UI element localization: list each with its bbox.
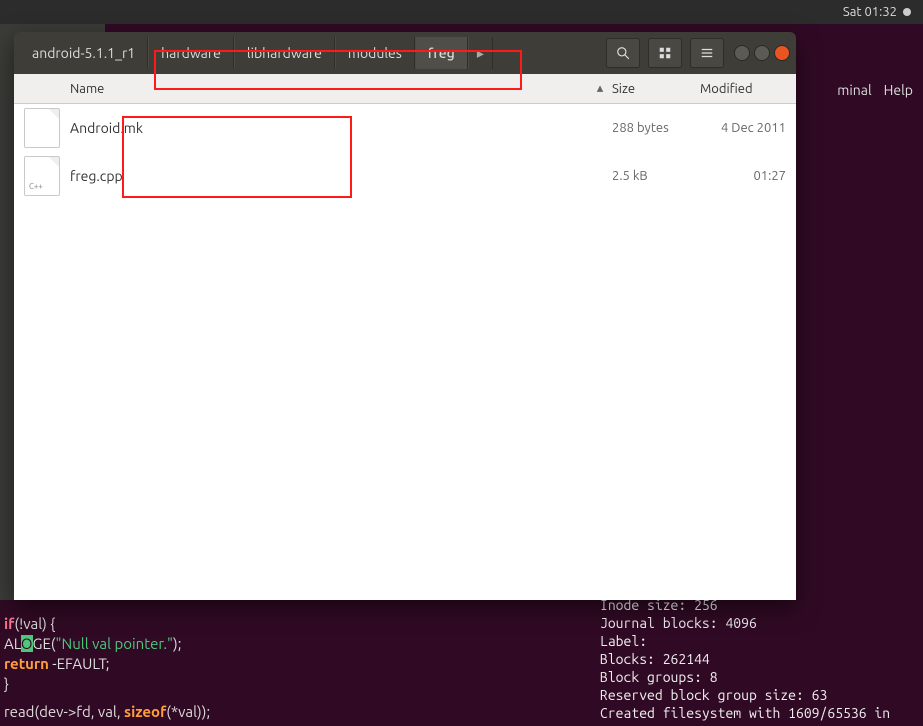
status-bar: Sat 01:32 <box>0 0 923 24</box>
minimize-button[interactable] <box>734 45 750 61</box>
grid-icon <box>658 46 672 60</box>
sort-asc-icon[interactable]: ▴ <box>588 81 612 96</box>
breadcrumb-item-current[interactable]: freg <box>415 37 468 69</box>
hamburger-menu-button[interactable] <box>690 38 724 68</box>
file-name: freg.cpp <box>70 168 612 184</box>
terminal-output-bottom: Inode size: 256 Journal blocks: 4096 Lab… <box>600 596 923 722</box>
file-row[interactable]: freg.cpp 2.5 kB 01:27 <box>14 152 796 200</box>
file-list: Android.mk 288 bytes 4 Dec 2011 freg.cpp… <box>14 104 796 600</box>
breadcrumb-item[interactable]: libhardware <box>234 37 335 69</box>
close-button[interactable] <box>774 45 790 61</box>
breadcrumb-item[interactable]: android-5.1.1_r1 <box>20 37 148 69</box>
file-manager-window: android-5.1.1_r1 hardware libhardware mo… <box>14 32 796 600</box>
window-controls <box>734 45 790 61</box>
file-modified: 4 Dec 2011 <box>700 121 796 135</box>
breadcrumb: android-5.1.1_r1 hardware libhardware mo… <box>20 37 493 69</box>
status-indicator-icon <box>903 8 911 16</box>
maximize-button[interactable] <box>754 45 770 61</box>
menu-icon <box>700 46 714 60</box>
view-grid-button[interactable] <box>648 38 682 68</box>
breadcrumb-item[interactable]: hardware <box>148 37 234 69</box>
column-size[interactable]: Size <box>612 82 700 96</box>
file-size: 288 bytes <box>612 121 700 135</box>
file-modified: 01:27 <box>700 169 796 183</box>
file-icon <box>24 108 60 148</box>
file-icon <box>24 156 60 196</box>
file-name: Android.mk <box>70 120 612 136</box>
clock: Sat 01:32 <box>843 5 897 19</box>
column-headers: Name ▴ Size Modified <box>14 74 796 104</box>
file-row[interactable]: Android.mk 288 bytes 4 Dec 2011 <box>14 104 796 152</box>
breadcrumb-item[interactable]: modules <box>335 37 415 69</box>
search-icon <box>616 46 630 60</box>
search-button[interactable] <box>606 38 640 68</box>
cursor-icon: O <box>21 635 33 652</box>
column-name[interactable]: Name <box>14 82 588 96</box>
file-size: 2.5 kB <box>612 169 700 183</box>
column-modified[interactable]: Modified <box>700 82 796 96</box>
file-manager-toolbar: android-5.1.1_r1 hardware libhardware mo… <box>14 32 796 74</box>
code-editor[interactable]: if(!val) { ALOGE("Null val pointer."); r… <box>4 614 583 722</box>
chevron-right-icon[interactable]: ▸ <box>468 37 493 69</box>
